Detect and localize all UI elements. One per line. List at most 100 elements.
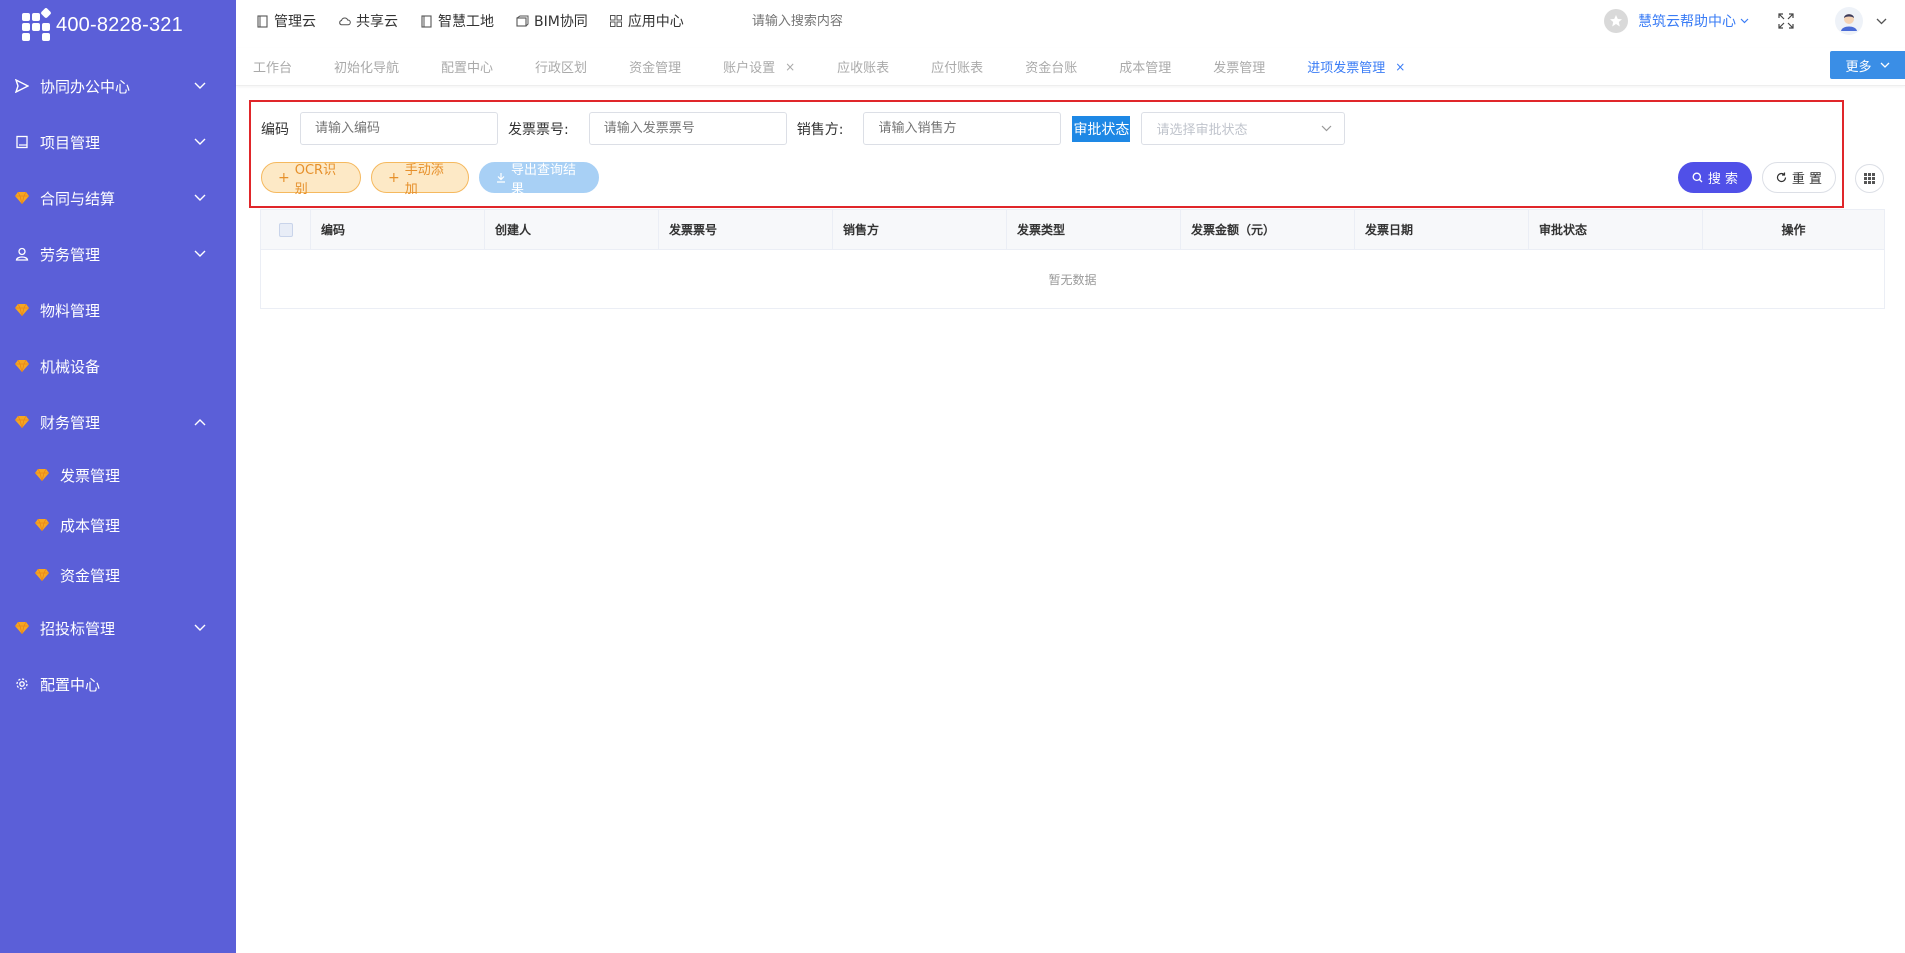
- logo-icon: [20, 7, 52, 41]
- close-icon[interactable]: ×: [785, 60, 795, 74]
- diamond-icon: [14, 358, 30, 374]
- sidebar-item-collab[interactable]: 协同办公中心: [0, 58, 236, 114]
- sidebar: 400-8228-321 协同办公中心 项目管理 合同与结算 劳务管理 物料管理: [0, 0, 236, 953]
- ocr-button[interactable]: + OCR识别: [261, 162, 361, 197]
- export-label: 导出查询结果: [511, 162, 577, 197]
- tab-label: 发票管理: [1213, 61, 1266, 76]
- close-icon[interactable]: ×: [1395, 60, 1405, 74]
- fullscreen-icon[interactable]: [1777, 12, 1795, 30]
- filter-row: 编码 发票票号: 销售方: 审批状态 请选择审批状态: [261, 112, 1346, 145]
- status-select[interactable]: 请选择审批状态: [1141, 112, 1346, 145]
- tab-fund-ledger[interactable]: 资金台账: [1025, 57, 1077, 76]
- diamond-icon: [34, 467, 50, 483]
- search-panel: 编码 发票票号: 销售方: 审批状态 请选择审批状态 + OCR识别 + 手动添…: [249, 100, 1844, 208]
- diamond-icon: [14, 414, 30, 430]
- topnav-shared-cloud[interactable]: 共享云: [338, 11, 398, 31]
- chevron-down-icon[interactable]: [1875, 15, 1887, 27]
- plus-icon: +: [388, 169, 400, 186]
- sidebar-item-machinery[interactable]: 机械设备: [0, 338, 236, 394]
- action-buttons: + OCR识别 + 手动添加 导出查询结果: [261, 162, 609, 197]
- tab-label: 资金管理: [629, 61, 682, 76]
- tab-init-nav[interactable]: 初始化导航: [334, 57, 399, 76]
- topnav-label: BIM协同: [534, 14, 588, 30]
- help-center-link[interactable]: 慧筑云帮助中心: [1638, 11, 1749, 31]
- column-settings-icon[interactable]: [1855, 164, 1884, 193]
- apps-icon: [610, 15, 623, 28]
- tab-invoice[interactable]: 发票管理: [1213, 57, 1265, 76]
- chevron-down-icon: [194, 80, 206, 92]
- diamond-icon: [34, 567, 50, 583]
- sidebar-item-label: 协同办公中心: [40, 77, 131, 96]
- diamond-icon: [14, 620, 30, 636]
- chevron-down-icon: [1321, 125, 1332, 132]
- seller-input[interactable]: [863, 112, 1062, 145]
- code-input[interactable]: [300, 112, 498, 145]
- column-header: 销售方: [833, 210, 1007, 249]
- column-header: 编码: [311, 210, 485, 249]
- top-bar: 管理云 共享云 智慧工地 BIM协同 应用中心 慧筑云帮助中心: [236, 0, 1905, 42]
- plus-icon: +: [278, 169, 290, 186]
- invoice-no-input[interactable]: [588, 112, 787, 145]
- sidebar-subitem-invoice[interactable]: 发票管理: [0, 450, 236, 500]
- refresh-icon: [1776, 172, 1787, 183]
- sidebar-subitem-funds[interactable]: 资金管理: [0, 550, 236, 600]
- tab-workbench[interactable]: 工作台: [253, 57, 292, 76]
- more-tabs-button[interactable]: 更多: [1830, 51, 1905, 79]
- manual-add-label: 手动添加: [404, 162, 444, 197]
- tab-input-invoice[interactable]: 进项发票管理 ×: [1307, 57, 1405, 77]
- column-header: 操作: [1781, 223, 1806, 237]
- tab-payables[interactable]: 应付账表: [931, 57, 983, 76]
- reset-button[interactable]: 重 置: [1762, 162, 1836, 193]
- topnav-label: 共享云: [356, 14, 398, 30]
- tab-label: 进项发票管理: [1307, 61, 1386, 76]
- chevron-down-icon: [1880, 60, 1890, 70]
- chevron-up-icon: [194, 416, 206, 428]
- tab-account-settings[interactable]: 账户设置 ×: [723, 57, 795, 77]
- sidebar-item-contract[interactable]: 合同与结算: [0, 170, 236, 226]
- select-all-cell: [261, 210, 311, 249]
- logo[interactable]: 400-8228-321: [0, 0, 236, 50]
- sidebar-item-labor[interactable]: 劳务管理: [0, 226, 236, 282]
- top-right-area: 慧筑云帮助中心: [1604, 0, 1887, 42]
- sidebar-item-finance[interactable]: 财务管理: [0, 394, 236, 450]
- ocr-label: OCR识别: [294, 162, 337, 197]
- tab-label: 工作台: [253, 61, 293, 76]
- code-label: 编码: [261, 121, 289, 138]
- sidebar-subitem-cost[interactable]: 成本管理: [0, 500, 236, 550]
- status-label: 审批状态: [1072, 115, 1131, 142]
- more-label: 更多: [1845, 59, 1872, 75]
- sidebar-item-bidding[interactable]: 招投标管理: [0, 600, 236, 656]
- sidebar-item-material[interactable]: 物料管理: [0, 282, 236, 338]
- topnav-smart-site[interactable]: 智慧工地: [420, 11, 494, 31]
- tab-cost[interactable]: 成本管理: [1119, 57, 1171, 76]
- topnav-bim[interactable]: BIM协同: [516, 11, 588, 31]
- topnav-app-center[interactable]: 应用中心: [610, 11, 684, 31]
- search-reset-group: 搜 索 重 置: [1678, 162, 1836, 193]
- tab-receivables[interactable]: 应收账表: [837, 57, 889, 76]
- manual-add-button[interactable]: + 手动添加: [371, 162, 469, 197]
- seller-label: 销售方:: [796, 121, 844, 138]
- sidebar-item-config[interactable]: 配置中心: [0, 656, 236, 712]
- help-center-label: 慧筑云帮助中心: [1638, 14, 1736, 30]
- global-search-input[interactable]: [751, 13, 952, 29]
- tab-funds[interactable]: 资金管理: [629, 57, 681, 76]
- export-button[interactable]: 导出查询结果: [479, 162, 599, 197]
- diamond-icon: [14, 190, 30, 206]
- gear-icon: [14, 676, 30, 692]
- select-all-checkbox[interactable]: [278, 222, 293, 237]
- tab-label: 应收账表: [837, 61, 890, 76]
- tab-label: 行政区划: [535, 61, 588, 76]
- tab-label: 资金台账: [1025, 61, 1078, 76]
- tab-admin-division[interactable]: 行政区划: [535, 57, 587, 76]
- cloud-icon: [338, 15, 351, 28]
- search-button[interactable]: 搜 索: [1678, 162, 1752, 193]
- doc-icon: [420, 14, 433, 28]
- avatar[interactable]: [1835, 7, 1863, 35]
- tab-config-center[interactable]: 配置中心: [441, 57, 493, 76]
- topnav-management-cloud[interactable]: 管理云: [256, 11, 316, 31]
- chevron-down-icon: [1740, 18, 1749, 24]
- reset-label: 重 置: [1791, 172, 1823, 187]
- table-header: 编码 创建人 发票票号 销售方 发票类型 发票金额（元） 发票日期 审批状态 操…: [261, 210, 1884, 250]
- sidebar-item-project[interactable]: 项目管理: [0, 114, 236, 170]
- diamond-icon: [34, 517, 50, 533]
